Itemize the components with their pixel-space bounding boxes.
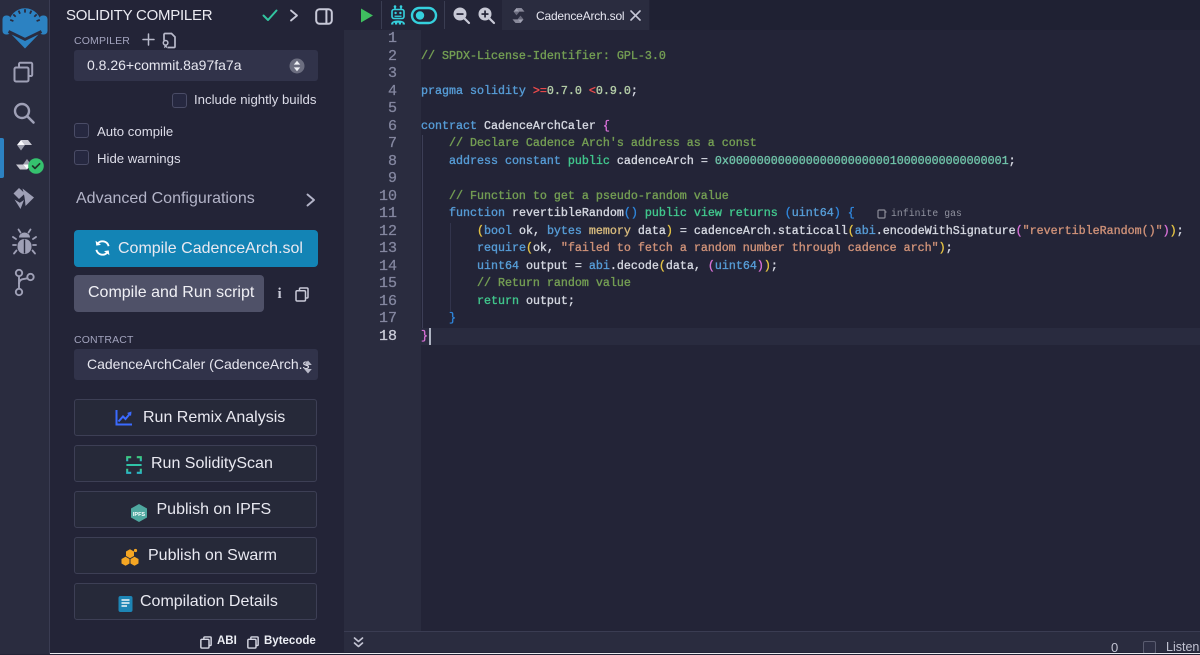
svg-text:IPFS: IPFS bbox=[133, 511, 146, 517]
